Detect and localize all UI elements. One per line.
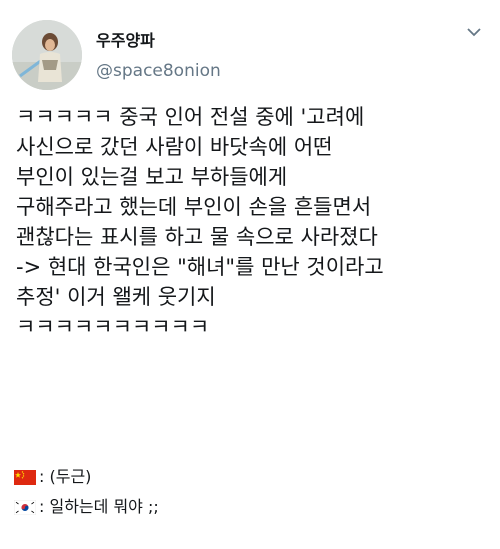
tweet-header: 우주양파 @space8onion xyxy=(12,20,488,90)
user-names: 우주양파 @space8onion xyxy=(96,30,221,84)
reply-text: : 일하는데 뭐야 ;; xyxy=(39,497,159,516)
avatar[interactable] xyxy=(12,20,82,90)
reply-lines: : (두근) : 일하는데 뭐야 ;; xyxy=(14,462,484,522)
tweet-card: 우주양파 @space8onion ㅋㅋㅋㅋㅋ 중국 인어 전설 중에 '고려에… xyxy=(0,0,500,549)
chevron-down-icon[interactable] xyxy=(464,24,484,40)
korea-flag-icon xyxy=(14,499,36,515)
reply-text: : (두근) xyxy=(39,467,92,486)
tweet-text: ㅋㅋㅋㅋㅋ 중국 인어 전설 중에 '고려에 사신으로 갔던 사람이 바닷속에 … xyxy=(16,105,384,339)
china-flag-icon xyxy=(14,469,36,485)
list-item: : (두근) xyxy=(14,462,484,492)
user-handle[interactable]: @space8onion xyxy=(96,58,221,84)
list-item: : 일하는데 뭐야 ;; xyxy=(14,492,484,522)
display-name[interactable]: 우주양파 xyxy=(96,30,221,52)
